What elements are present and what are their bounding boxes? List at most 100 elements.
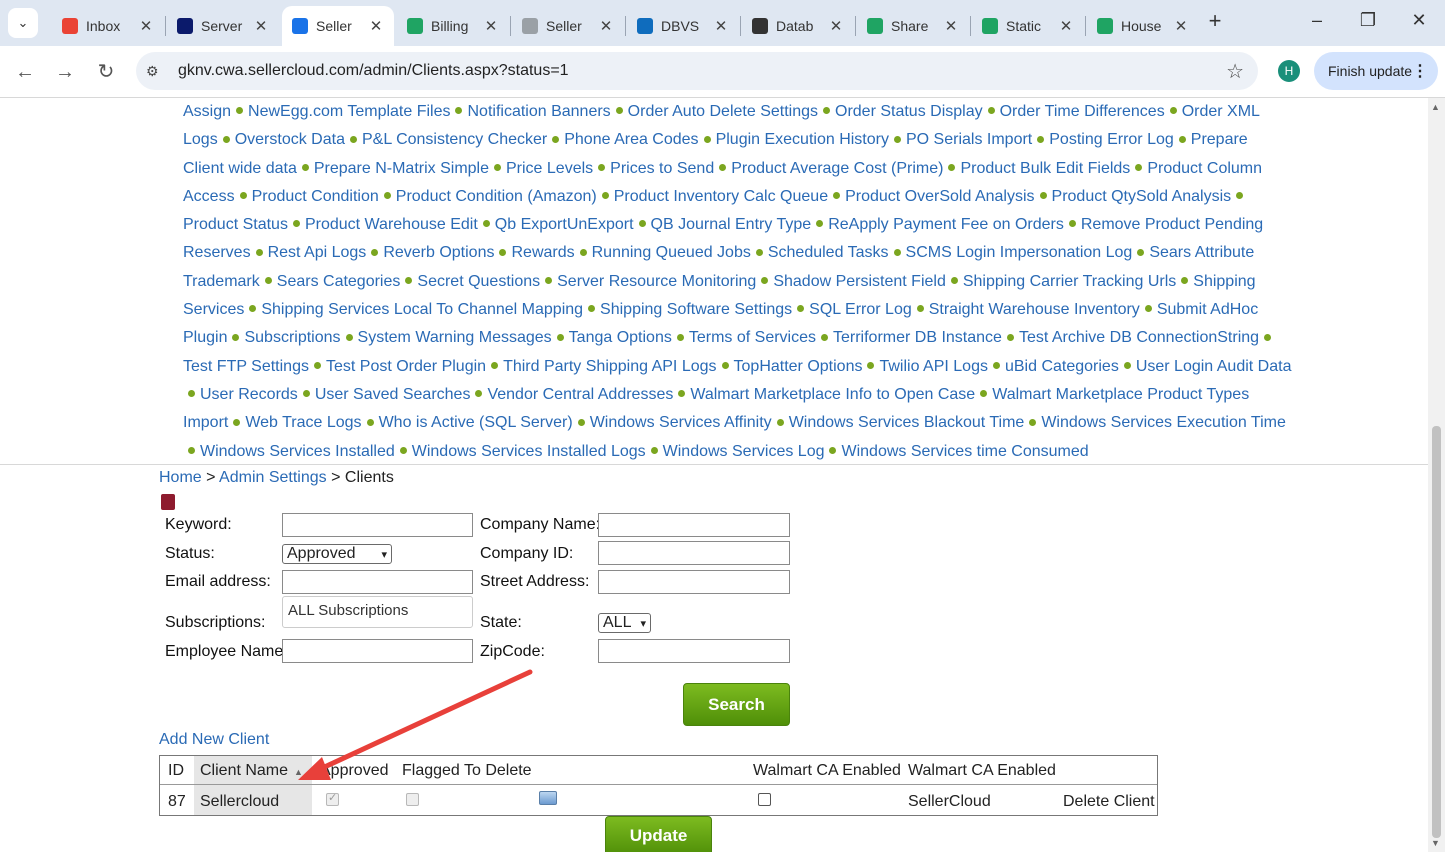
reload-button[interactable]: ↻ — [93, 59, 119, 85]
company-name-input[interactable] — [598, 513, 790, 537]
admin-link[interactable]: Product Status — [183, 216, 288, 233]
admin-link[interactable]: Windows Services Execution Time — [1041, 414, 1286, 431]
admin-link[interactable]: Subscriptions — [244, 329, 340, 346]
admin-link[interactable]: Windows Services time Consumed — [841, 443, 1088, 460]
tab-search-button[interactable]: ⌄ — [8, 8, 38, 38]
col-flagged-to-delete[interactable]: Flagged To Delete — [402, 762, 532, 780]
browser-tab[interactable]: DBVS ✕ — [627, 6, 739, 46]
admin-link[interactable]: Price Levels — [506, 160, 593, 177]
admin-link[interactable]: Product QtySold Analysis — [1052, 188, 1232, 205]
admin-link[interactable]: Prices to Send — [610, 160, 714, 177]
admin-link[interactable]: Test FTP Settings — [183, 358, 309, 375]
admin-link[interactable]: Notification Banners — [467, 103, 610, 120]
admin-link[interactable]: Reverb Options — [383, 244, 494, 261]
admin-link[interactable]: Order Auto Delete Settings — [628, 103, 818, 120]
admin-link[interactable]: Product Condition (Amazon) — [396, 188, 597, 205]
admin-link[interactable]: Shadow Persistent Field — [773, 273, 946, 290]
admin-link[interactable]: Third Party Shipping API Logs — [503, 358, 716, 375]
forward-button[interactable]: → — [52, 59, 78, 85]
admin-link[interactable]: Walmart Marketplace Info to Open Case — [690, 386, 975, 403]
admin-link[interactable]: Sears Categories — [277, 273, 401, 290]
bookmark-star-icon[interactable]: ☆ — [1226, 59, 1244, 84]
admin-link[interactable]: Product Inventory Calc Queue — [614, 188, 828, 205]
admin-link[interactable]: Product OverSold Analysis — [845, 188, 1034, 205]
site-settings-icon[interactable]: ⚙ — [146, 63, 164, 80]
admin-link[interactable]: uBid Categories — [1005, 358, 1119, 375]
email-input[interactable] — [282, 570, 473, 594]
breadcrumb-admin-settings[interactable]: Admin Settings — [219, 469, 327, 486]
update-button[interactable]: Update — [605, 816, 712, 852]
admin-link[interactable]: Running Queued Jobs — [592, 244, 751, 261]
keyword-input[interactable] — [282, 513, 473, 537]
close-tab-icon[interactable]: ✕ — [253, 17, 269, 35]
col-client-name[interactable]: Client Name ▲ — [200, 762, 303, 780]
scrollbar-thumb[interactable] — [1432, 426, 1441, 838]
breadcrumb-home[interactable]: Home — [159, 469, 202, 486]
close-tab-icon[interactable]: ✕ — [713, 17, 729, 35]
profile-avatar[interactable]: H — [1278, 60, 1300, 82]
zipcode-input[interactable] — [598, 639, 790, 663]
admin-link[interactable]: Vendor Central Addresses — [487, 386, 673, 403]
admin-link[interactable]: System Warning Messages — [358, 329, 552, 346]
admin-link[interactable]: User Login Audit Data — [1136, 358, 1292, 375]
admin-link[interactable]: QB Journal Entry Type — [651, 216, 812, 233]
admin-link[interactable]: TopHatter Options — [734, 358, 863, 375]
admin-link[interactable]: Plugin Execution History — [716, 131, 889, 148]
admin-link[interactable]: Posting Error Log — [1049, 131, 1174, 148]
admin-link[interactable]: SCMS Login Impersonation Log — [906, 244, 1133, 261]
subscriptions-listbox[interactable]: ALL Subscriptions — [282, 596, 473, 628]
close-tab-icon[interactable]: ✕ — [828, 17, 844, 35]
admin-link[interactable]: Product Bulk Edit Fields — [960, 160, 1130, 177]
search-button[interactable]: Search — [683, 683, 790, 726]
browser-tab[interactable]: Datab ✕ — [742, 6, 854, 46]
admin-link[interactable]: Who is Active (SQL Server) — [379, 414, 573, 431]
admin-link[interactable]: NewEgg.com Template Files — [248, 103, 450, 120]
admin-link[interactable]: Windows Services Installed Logs — [412, 443, 646, 460]
admin-link[interactable]: Test Post Order Plugin — [326, 358, 486, 375]
admin-link[interactable]: Secret Questions — [417, 273, 540, 290]
delete-client-link[interactable]: Delete Client — [1063, 793, 1155, 811]
admin-link[interactable]: PO Serials Import — [906, 131, 1032, 148]
close-window-button[interactable]: ✕ — [1407, 10, 1431, 31]
admin-link[interactable]: Windows Services Affinity — [590, 414, 772, 431]
close-tab-icon[interactable]: ✕ — [943, 17, 959, 35]
admin-link[interactable]: Order Time Differences — [1000, 103, 1165, 120]
admin-link[interactable]: Product Condition — [252, 188, 379, 205]
admin-link[interactable]: Shipping Carrier Tracking Urls — [963, 273, 1176, 290]
admin-link[interactable]: Scheduled Tasks — [768, 244, 889, 261]
admin-link[interactable]: Windows Services Log — [663, 443, 825, 460]
admin-link[interactable]: Phone Area Codes — [564, 131, 698, 148]
browser-tab[interactable]: Share ✕ — [857, 6, 969, 46]
admin-link[interactable]: Qb ExportUnExport — [495, 216, 634, 233]
admin-link[interactable]: Test Archive DB ConnectionString — [1019, 329, 1259, 346]
admin-link[interactable]: Twilio API Logs — [879, 358, 988, 375]
admin-link[interactable]: ReApply Payment Fee on Orders — [828, 216, 1064, 233]
restore-button[interactable]: ❐ — [1356, 10, 1380, 31]
minimize-button[interactable]: – — [1305, 10, 1329, 31]
close-tab-icon[interactable]: ✕ — [1058, 17, 1074, 35]
street-address-input[interactable] — [598, 570, 790, 594]
page-scrollbar[interactable]: ▲ ▼ — [1428, 98, 1445, 852]
browser-tab[interactable]: Server ✕ — [167, 6, 279, 46]
state-select[interactable]: ALL ▾ — [598, 613, 651, 633]
company-id-input[interactable] — [598, 541, 790, 565]
admin-link[interactable]: Order Status Display — [835, 103, 983, 120]
browser-tab[interactable]: Static ✕ — [972, 6, 1084, 46]
more-menu-icon[interactable]: ⋮ — [1412, 61, 1428, 81]
admin-link[interactable]: Product Average Cost (Prime) — [731, 160, 943, 177]
admin-link[interactable]: Windows Services Installed — [200, 443, 395, 460]
image-icon[interactable] — [539, 791, 557, 805]
admin-link[interactable]: Tanga Options — [569, 329, 672, 346]
scroll-down-icon[interactable]: ▼ — [1431, 838, 1440, 848]
status-select[interactable]: Approved ▾ — [282, 544, 392, 564]
close-tab-icon[interactable]: ✕ — [1173, 17, 1189, 35]
row-client-name[interactable]: Sellercloud — [200, 793, 279, 811]
admin-link[interactable]: Product Warehouse Edit — [305, 216, 478, 233]
back-button[interactable]: ← — [12, 59, 38, 85]
admin-link[interactable]: Straight Warehouse Inventory — [929, 301, 1140, 318]
col-id[interactable]: ID — [168, 762, 184, 780]
admin-link[interactable]: User Records — [200, 386, 298, 403]
close-tab-icon[interactable]: ✕ — [368, 17, 384, 35]
admin-link[interactable]: P&L Consistency Checker — [362, 131, 547, 148]
browser-tab[interactable]: Seller ✕ — [282, 6, 394, 46]
